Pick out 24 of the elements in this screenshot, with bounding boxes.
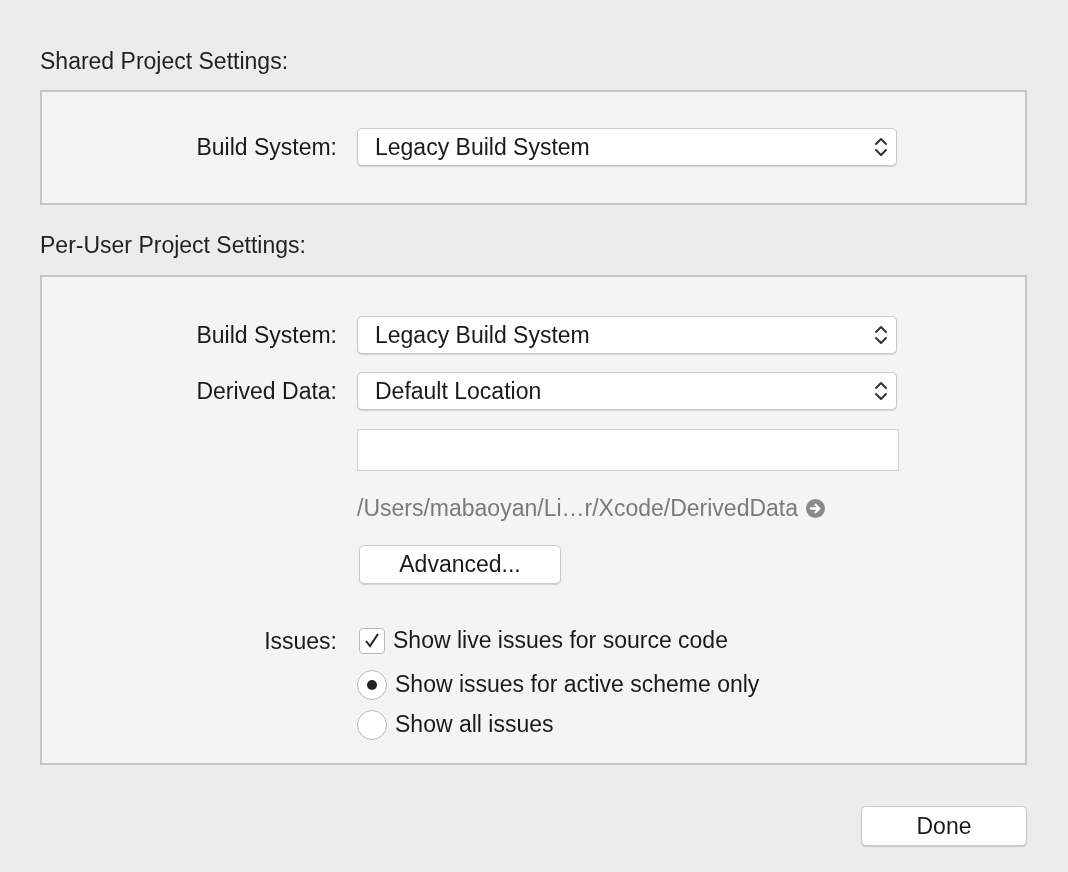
done-button[interactable]: Done [861, 806, 1027, 846]
advanced-button[interactable]: Advanced... [359, 544, 561, 584]
field-label: Build System: [195, 132, 338, 162]
field-label: Issues: [263, 626, 338, 656]
arrow-circle-icon[interactable] [806, 498, 826, 518]
popup-button[interactable]: Legacy Build System [357, 128, 897, 166]
radio-button[interactable] [357, 709, 387, 740]
radio-button[interactable] [357, 669, 387, 700]
path-input-field[interactable] [357, 429, 899, 471]
checkmark-icon [363, 631, 381, 650]
up-down-chevron-icon [874, 379, 888, 403]
popup-button[interactable]: Default Location [357, 372, 897, 410]
checkbox[interactable] [359, 627, 385, 654]
section-heading: Per-User Project Settings: [40, 230, 307, 260]
up-down-chevron-icon [874, 135, 888, 159]
field-label: Derived Data: [195, 376, 338, 406]
derived-data-path: /Users/mabaoyan/Li…r/Xcode/DerivedData [357, 494, 799, 523]
option-label[interactable]: Show all issues [395, 707, 554, 742]
option-label[interactable]: Show live issues for source code [393, 623, 728, 658]
popup-button[interactable]: Legacy Build System [357, 316, 897, 354]
option-label[interactable]: Show issues for active scheme only [395, 667, 760, 702]
section-heading: Shared Project Settings: [40, 47, 290, 76]
field-label: Build System: [195, 320, 338, 350]
up-down-chevron-icon [874, 323, 888, 347]
